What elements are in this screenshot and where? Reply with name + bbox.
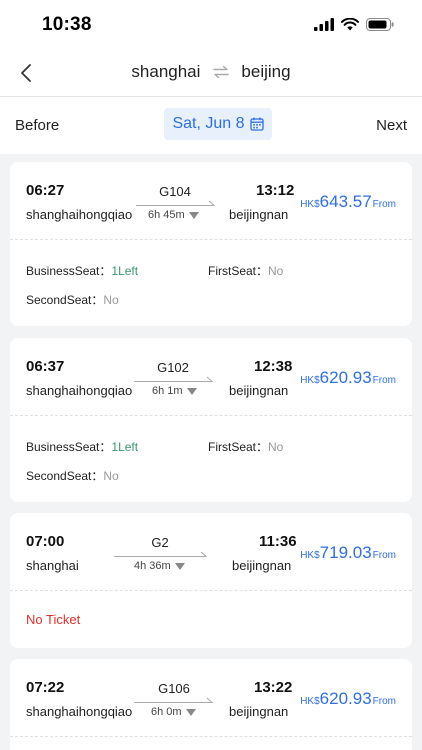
swap-icon[interactable] xyxy=(213,65,230,79)
status-bar: 10:38 xyxy=(0,0,422,52)
second-seat: SecondSeat：No xyxy=(26,467,119,484)
price-currency: HK$ xyxy=(300,696,320,707)
triangle-down-icon xyxy=(188,211,199,219)
train-summary: 07:22 shanghaihongqiao G106 6h 0m 13:22 … xyxy=(10,659,412,737)
departure-time: 06:27 xyxy=(26,182,65,199)
train-list: 06:27 shanghaihongqiao G104 6h 45m 13:12… xyxy=(0,154,422,750)
arrival-time: 12:38 xyxy=(254,358,293,375)
price: HK$ 719.03 From xyxy=(300,543,396,563)
status-icons xyxy=(314,18,394,31)
train-summary: 06:37 shanghaihongqiao G102 6h 1m 12:38 … xyxy=(10,338,412,416)
route-arrow-icon xyxy=(136,200,216,206)
duration-text: 6h 45m xyxy=(148,209,185,221)
price-from-label: From xyxy=(372,375,396,386)
triangle-down-icon xyxy=(174,562,185,570)
price-amount: 620.93 xyxy=(319,368,372,387)
train-number: G104 xyxy=(159,184,191,199)
first-seat-label: FirstSeat： xyxy=(208,264,269,278)
train-number: G2 xyxy=(151,535,169,550)
train-card[interactable]: 06:27 shanghaihongqiao G104 6h 45m 13:12… xyxy=(10,162,412,326)
departure-station: shanghaihongqiao xyxy=(26,383,133,398)
business-seat: BusinessSeat：1Left xyxy=(26,438,138,455)
price-amount: 719.03 xyxy=(319,543,372,562)
price-from-label: From xyxy=(372,696,396,707)
first-seat: FirstSeat：No xyxy=(208,438,283,455)
arrival-time: 13:22 xyxy=(254,679,293,696)
train-card[interactable]: 07:00 shanghai G2 4h 36m 11:36 beijingna… xyxy=(10,513,412,648)
first-seat-value: No xyxy=(268,440,284,454)
duration-text: 6h 1m xyxy=(152,385,183,397)
second-seat: SecondSeat：No xyxy=(26,291,119,308)
train-card[interactable]: 06:37 shanghaihongqiao G102 6h 1m 12:38 … xyxy=(10,338,412,502)
triangle-down-icon xyxy=(185,708,196,716)
second-seat-label: SecondSeat： xyxy=(26,469,104,483)
duration-toggle[interactable]: 4h 36m xyxy=(134,560,185,572)
business-seat-label: BusinessSeat： xyxy=(26,440,112,454)
signal-icon xyxy=(314,18,334,31)
route-arrow-icon xyxy=(134,376,214,382)
price-from-label: From xyxy=(372,550,396,561)
first-seat-label: FirstSeat： xyxy=(208,440,269,454)
business-seat-label: BusinessSeat： xyxy=(26,264,112,278)
arrival-time: 13:12 xyxy=(256,182,295,199)
train-number: G106 xyxy=(158,681,190,696)
status-time: 10:38 xyxy=(42,14,92,35)
next-day-button[interactable]: Next xyxy=(376,117,407,134)
price-amount: 643.57 xyxy=(319,192,372,211)
duration-text: 4h 36m xyxy=(134,560,171,572)
departure-time: 07:00 xyxy=(26,533,65,550)
date-picker-button[interactable]: Sat, Jun 8 xyxy=(164,108,272,140)
departure-time: 07:22 xyxy=(26,679,65,696)
business-seat-value: 1Left xyxy=(111,264,139,278)
departure-time: 06:37 xyxy=(26,358,65,375)
second-seat-value: No xyxy=(103,469,119,483)
first-seat: FirstSeat：No xyxy=(208,262,283,279)
arrival-station: beijingnan xyxy=(229,207,289,222)
arrival-station: beijingnan xyxy=(229,704,289,719)
train-summary: 06:27 shanghaihongqiao G104 6h 45m 13:12… xyxy=(10,162,412,240)
date-bar: Before Sat, Jun 8 Next xyxy=(0,97,422,154)
price-amount: 620.93 xyxy=(319,689,372,708)
second-seat-label: SecondSeat： xyxy=(26,293,104,307)
arrival-station: beijingnan xyxy=(232,558,292,573)
train-summary: 07:00 shanghai G2 4h 36m 11:36 beijingna… xyxy=(10,513,412,591)
duration-toggle[interactable]: 6h 0m xyxy=(151,706,196,718)
route-from: shanghai xyxy=(131,62,201,81)
departure-station: shanghai xyxy=(26,558,79,573)
business-seat: BusinessSeat：1Left xyxy=(26,262,138,279)
duration-toggle[interactable]: 6h 1m xyxy=(152,385,197,397)
price-currency: HK$ xyxy=(300,199,320,210)
route-arrow-icon xyxy=(114,551,208,557)
route-arrow-icon xyxy=(134,697,214,703)
calendar-icon xyxy=(249,117,264,131)
train-card[interactable]: 07:22 shanghaihongqiao G106 6h 0m 13:22 … xyxy=(10,659,412,750)
previous-day-button[interactable]: Before xyxy=(15,117,59,134)
business-seat-value: 1Left xyxy=(111,440,139,454)
price-currency: HK$ xyxy=(300,375,320,386)
train-number: G102 xyxy=(157,360,189,375)
duration-text: 6h 0m xyxy=(151,706,182,718)
nav-bar: shanghai beijing xyxy=(0,52,422,97)
selected-date: Sat, Jun 8 xyxy=(172,115,245,132)
departure-station: shanghaihongqiao xyxy=(26,704,133,719)
route-title: shanghai beijing xyxy=(0,62,422,82)
first-seat-value: No xyxy=(268,264,284,278)
duration-toggle[interactable]: 6h 45m xyxy=(148,209,199,221)
no-ticket-label: No Ticket xyxy=(26,612,81,627)
price: HK$ 643.57 From xyxy=(300,192,396,212)
arrival-station: beijingnan xyxy=(229,383,289,398)
price-from-label: From xyxy=(372,199,396,210)
price: HK$ 620.93 From xyxy=(300,689,396,709)
wifi-icon xyxy=(341,18,359,31)
arrival-time: 11:36 xyxy=(259,533,297,550)
departure-station: shanghaihongqiao xyxy=(26,207,133,222)
battery-icon xyxy=(366,18,394,31)
triangle-down-icon xyxy=(186,387,197,395)
route-to: beijing xyxy=(241,62,291,81)
price-currency: HK$ xyxy=(300,550,320,561)
price: HK$ 620.93 From xyxy=(300,368,396,388)
second-seat-value: No xyxy=(103,293,119,307)
